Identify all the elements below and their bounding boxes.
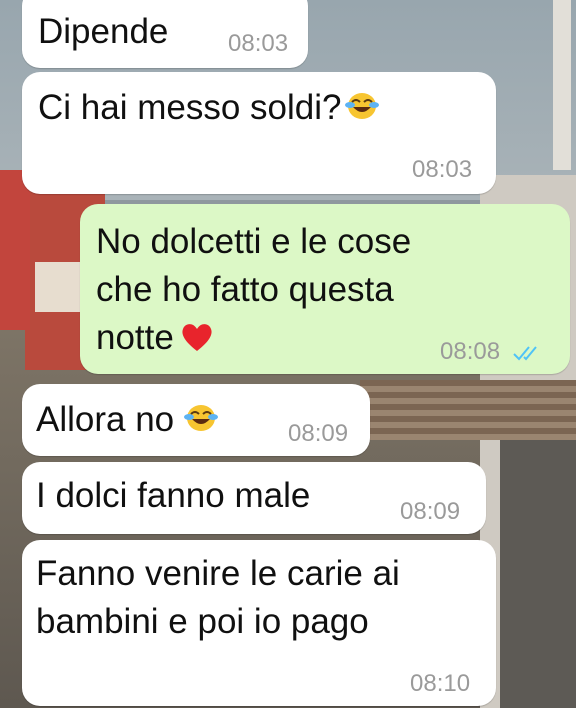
message-bubble-incoming[interactable]: Fanno venire le carie ai bambini e poi i… <box>22 540 496 706</box>
message-line-with-emoji: notte <box>96 316 214 360</box>
laugh-emoji-icon <box>184 405 219 431</box>
message-line: bambini e poi io pago <box>36 602 369 641</box>
message-line: Fanno venire le carie ai <box>36 554 400 593</box>
wallpaper-holiday-sign <box>35 262 85 312</box>
heart-emoji-icon <box>182 324 212 351</box>
message-bubble-outgoing[interactable]: No dolcetti e le cose che ho fatto quest… <box>80 204 570 374</box>
laugh-emoji-icon <box>345 93 380 119</box>
wallpaper-awning <box>360 380 576 440</box>
message-text: Allora no <box>36 398 219 442</box>
wallpaper-right-storefront <box>500 430 576 708</box>
wallpaper-pole <box>553 0 571 170</box>
message-time: 08:03 <box>412 156 473 183</box>
message-line: notte <box>96 318 174 357</box>
message-time: 08:09 <box>400 498 461 525</box>
message-text: Dipende <box>38 12 169 51</box>
wallpaper-motel-sign <box>0 170 30 330</box>
message-time: 08:10 <box>410 670 471 697</box>
message-bubble-incoming[interactable]: I dolci fanno male 08:09 <box>22 462 486 534</box>
message-time: 08:09 <box>288 420 349 447</box>
message-bubble-incoming[interactable]: Allora no 08:09 <box>22 384 370 456</box>
message-text-content: Allora no <box>36 400 175 439</box>
message-text: Ci hai messo soldi? <box>38 86 380 130</box>
message-text-content: Ci hai messo soldi? <box>38 88 342 127</box>
message-text: I dolci fanno male <box>36 476 311 515</box>
message-line: che ho fatto questa <box>96 270 394 309</box>
message-time: 08:08 <box>440 338 501 365</box>
message-time: 08:03 <box>228 30 289 57</box>
message-line: No dolcetti e le cose <box>96 222 412 261</box>
double-check-icon <box>513 346 537 361</box>
message-bubble-incoming[interactable]: Ci hai messo soldi? 08:03 <box>22 72 496 194</box>
message-bubble-incoming[interactable]: Dipende 08:03 <box>22 0 308 68</box>
